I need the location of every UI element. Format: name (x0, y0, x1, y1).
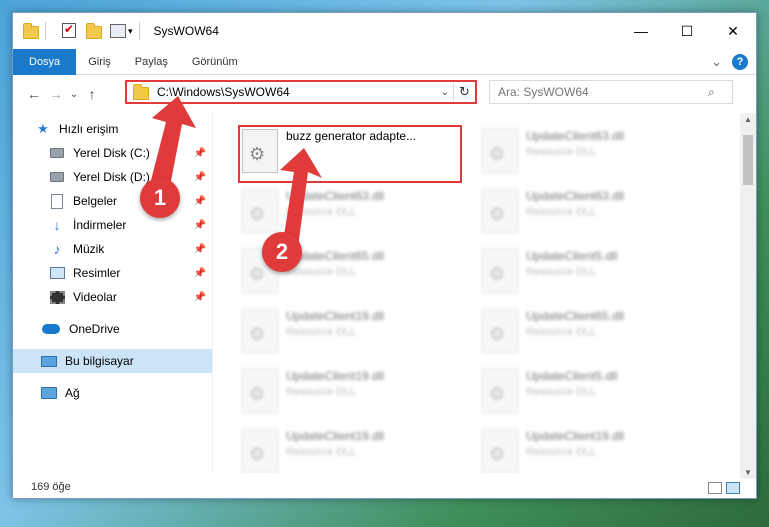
annotation-arrows (148, 96, 322, 262)
callout-one: 1 (140, 178, 180, 218)
callout-two: 2 (262, 232, 302, 272)
